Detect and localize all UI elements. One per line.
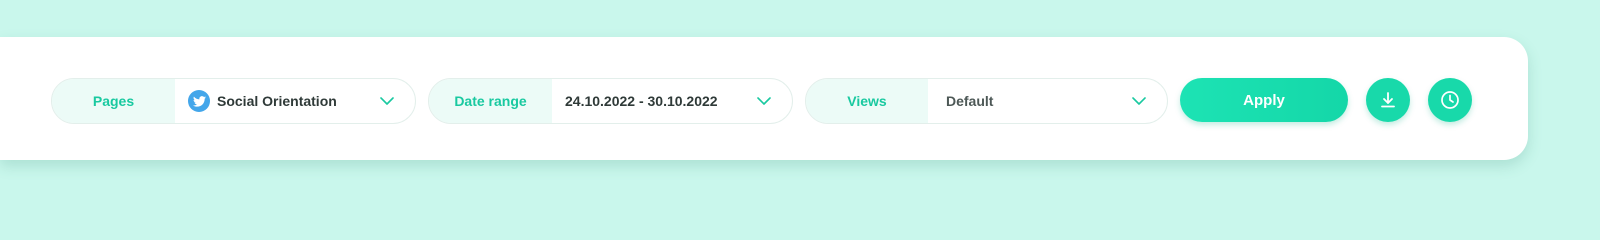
clock-icon — [1441, 91, 1459, 109]
chevron-down-icon — [757, 97, 771, 105]
pages-value: Social Orientation — [217, 93, 337, 109]
pages-label: Pages — [52, 79, 175, 123]
chevron-down-icon — [1132, 97, 1146, 105]
twitter-icon — [188, 90, 210, 112]
views-filter[interactable]: Views Default — [805, 78, 1168, 124]
pages-filter[interactable]: Pages Social Orientation — [51, 78, 416, 124]
views-label: Views — [806, 79, 928, 123]
date-range-select[interactable]: 24.10.2022 - 30.10.2022 — [552, 79, 792, 123]
date-range-filter[interactable]: Date range 24.10.2022 - 30.10.2022 — [428, 78, 793, 124]
date-range-value: 24.10.2022 - 30.10.2022 — [565, 93, 718, 109]
chevron-down-icon — [380, 97, 394, 105]
pages-select[interactable]: Social Orientation — [175, 79, 415, 123]
views-value: Default — [946, 93, 994, 109]
download-icon — [1381, 92, 1395, 108]
date-range-label: Date range — [429, 79, 552, 123]
views-select[interactable]: Default — [928, 79, 1167, 123]
filter-toolbar: Pages Social Orientation Date range 24.1… — [0, 37, 1528, 160]
apply-button[interactable]: Apply — [1180, 78, 1348, 122]
history-button[interactable] — [1428, 78, 1472, 122]
download-button[interactable] — [1366, 78, 1410, 122]
